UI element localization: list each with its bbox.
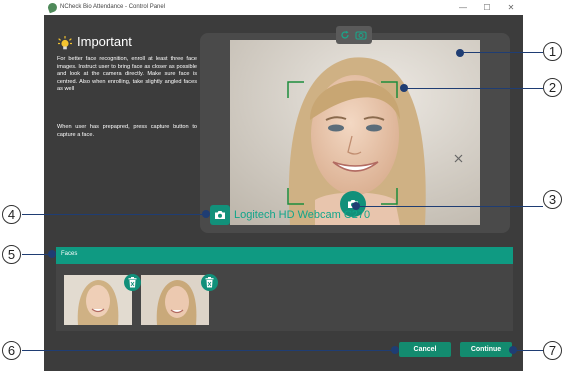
face-thumbnail[interactable] (64, 275, 132, 325)
face-thumbnail-image (64, 275, 132, 325)
callout-number-4: 4 (2, 205, 21, 224)
camera-icon (215, 211, 225, 219)
title-bar: NCheck Bio Attendance - Control Panel — … (44, 0, 523, 15)
delete-face-button[interactable] (124, 274, 141, 291)
face-thumbnail-image (141, 275, 209, 325)
callout-line-2 (403, 88, 543, 89)
callout-dot-4 (202, 210, 210, 218)
refresh-icon[interactable] (340, 30, 350, 40)
callout-dot-5 (48, 250, 56, 258)
capture-instructions-text: When user has prepapred, press capture b… (57, 124, 197, 138)
face-thumbnail[interactable] (141, 275, 209, 325)
minimize-button[interactable]: — (453, 0, 473, 15)
app-logo-icon (46, 1, 59, 14)
camera-toolbar (336, 26, 372, 44)
important-heading: Important (77, 34, 132, 49)
callout-number-5: 5 (2, 245, 21, 264)
callout-number-2: 2 (543, 78, 562, 97)
callout-line-7 (513, 350, 543, 351)
lightbulb-icon (58, 36, 72, 50)
faces-panel: Faces (56, 247, 513, 331)
cancel-button[interactable]: Cancel (399, 342, 451, 357)
continue-button[interactable]: Continue (460, 342, 512, 357)
callout-line-4 (22, 214, 206, 215)
callout-dot-7 (509, 346, 517, 354)
maximize-button[interactable]: ☐ (477, 0, 497, 15)
app-window: NCheck Bio Attendance - Control Panel — … (44, 0, 523, 371)
faces-header: Faces (56, 247, 513, 264)
callout-dot-3 (352, 202, 360, 210)
callout-dot-6 (391, 346, 399, 354)
callout-number-1: 1 (543, 42, 562, 61)
window-title: NCheck Bio Attendance - Control Panel (60, 4, 166, 10)
camera-select-button[interactable] (210, 205, 230, 225)
camera-settings-icon[interactable] (355, 30, 367, 40)
camera-device-name: Logitech HD Webcam C270 (234, 209, 371, 221)
trash-icon (128, 277, 137, 288)
faces-title: Faces (61, 251, 78, 257)
callout-dot-1 (456, 49, 464, 57)
callout-line-3 (356, 206, 543, 207)
callout-number-6: 6 (2, 341, 21, 360)
callout-dot-2 (400, 84, 408, 92)
delete-face-button[interactable] (201, 274, 218, 291)
callout-line-6 (22, 350, 394, 351)
instructions-text: For better face recognition, enroll at l… (57, 56, 197, 93)
callout-number-7: 7 (543, 341, 562, 360)
trash-icon (205, 277, 214, 288)
callout-line-1 (460, 52, 543, 53)
callout-number-3: 3 (543, 190, 562, 209)
close-button[interactable]: ✕ (501, 0, 521, 15)
